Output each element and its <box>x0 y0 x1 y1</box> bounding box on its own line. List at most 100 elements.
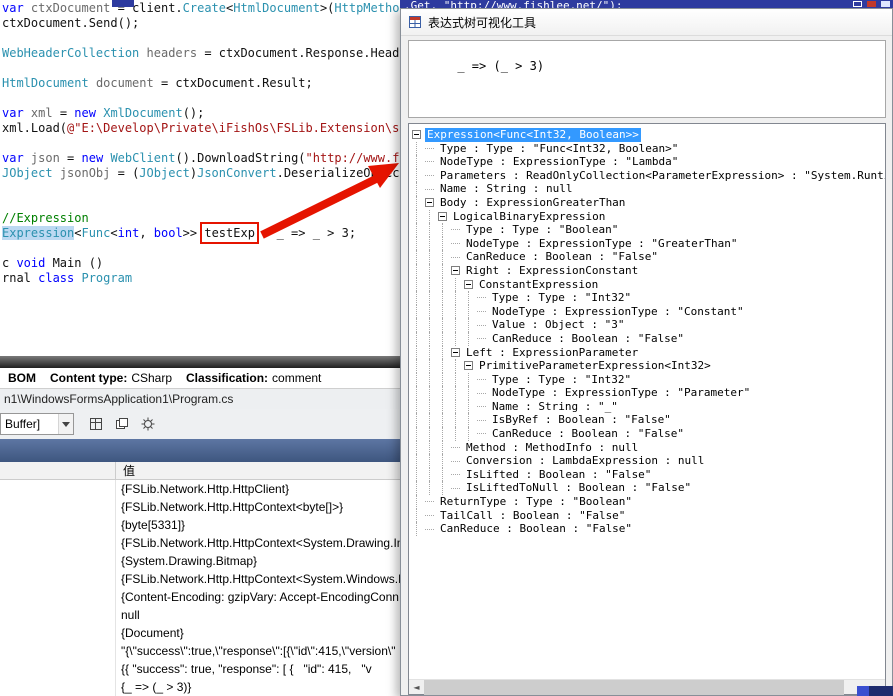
column-divider[interactable] <box>115 480 116 696</box>
watch-row[interactable]: {_ => (_ > 3)} <box>0 678 400 696</box>
tree-node-label[interactable]: NodeType : ExpressionType : "Constant" <box>490 305 746 319</box>
tree-node[interactable]: ConstantExpression <box>412 277 885 292</box>
tree-node[interactable]: Type : Type : "Func<Int32, Boolean>" <box>412 141 885 156</box>
tree-node-label[interactable]: PrimitiveParameterExpression<Int32> <box>477 359 713 373</box>
tree-node-label[interactable]: TailCall : Boolean : "False" <box>438 509 627 523</box>
scroll-left-icon[interactable]: ◄ <box>409 680 424 695</box>
tree-node[interactable]: CanReduce : Boolean : "False" <box>412 427 885 441</box>
watch-row[interactable]: {FSLib.Network.Http.HttpContext<System.D… <box>0 534 400 552</box>
titlebar-icon-2[interactable] <box>867 1 876 7</box>
collapse-icon[interactable] <box>464 279 473 289</box>
tree-node-label[interactable]: IsLiftedToNull : Boolean : "False" <box>464 481 693 495</box>
tree-node-label[interactable]: ReturnType : Type : "Boolean" <box>438 495 634 509</box>
expression-treeview[interactable]: Expression<Func<Int32, Boolean>> Type : T… <box>408 123 886 695</box>
tree-node-label[interactable]: Conversion : LambdaExpression : null <box>464 454 706 468</box>
titlebar-icon-1[interactable] <box>853 1 862 7</box>
tree-node[interactable]: PrimitiveParameterExpression<Int32> <box>412 359 885 373</box>
watch-row[interactable]: {Document} <box>0 624 400 642</box>
collapse-icon[interactable] <box>451 347 460 357</box>
tree-node[interactable]: Method : MethodInfo : null <box>412 440 885 455</box>
tree-node[interactable]: NodeType : ExpressionType : "GreaterThan… <box>412 236 885 251</box>
tree-node-label[interactable]: Type : Type : "Int32" <box>490 373 633 387</box>
window-titlebar[interactable]: 表达式树可视化工具 <box>401 9 892 36</box>
tree-node[interactable]: Parameters : ReadOnlyCollection<Paramete… <box>412 168 885 183</box>
tree-node-label[interactable]: LogicalBinaryExpression <box>451 210 607 224</box>
tree-node[interactable]: TailCall : Boolean : "False" <box>412 508 885 523</box>
watch-row[interactable]: {{ "success": true, "response": [ { "id"… <box>0 660 400 678</box>
tree-node-label[interactable]: CanReduce : Boolean : "False" <box>490 427 686 441</box>
tree-node-label[interactable]: Parameters : ReadOnlyCollection<Paramete… <box>438 169 885 183</box>
horizontal-scrollbar[interactable]: ◄ ► <box>409 679 885 695</box>
tree-node-label[interactable]: CanReduce : Boolean : "False" <box>464 250 660 264</box>
tree-node-label[interactable]: Value : Object : "3" <box>490 318 626 332</box>
watch-row[interactable]: {byte[5331]} <box>0 516 400 534</box>
tree-node-label[interactable]: Type : Type : "Boolean" <box>464 223 620 237</box>
tree-node[interactable]: CanReduce : Boolean : "False" <box>412 522 885 536</box>
tree-node-label[interactable]: Right : ExpressionConstant <box>464 264 640 278</box>
tree-node-label[interactable]: CanReduce : Boolean : "False" <box>438 522 634 536</box>
tree-node[interactable]: Body : ExpressionGreaterThan <box>412 195 885 210</box>
tree-node[interactable]: Name : String : null <box>412 182 885 196</box>
tree-node-label[interactable]: CanReduce : Boolean : "False" <box>490 332 686 346</box>
watch-row[interactable]: "{\"success\":true,\"response\":[{\"id\"… <box>0 642 400 660</box>
tree-node-label[interactable]: Method : MethodInfo : null <box>464 441 640 455</box>
tree-node-label[interactable]: NodeType : ExpressionType : "Parameter" <box>490 386 752 400</box>
grid-icon[interactable] <box>84 413 108 435</box>
tree-node-label[interactable]: Left : ExpressionParameter <box>464 346 640 360</box>
gear-icon[interactable] <box>136 413 160 435</box>
watch-row[interactable]: null <box>0 606 400 624</box>
tree-node[interactable]: NodeType : ExpressionType : "Parameter" <box>412 386 885 400</box>
collapse-icon[interactable] <box>451 266 460 276</box>
tree-node-label[interactable]: Name : String : "_" <box>490 400 620 414</box>
tree-node[interactable]: ReturnType : Type : "Boolean" <box>412 495 885 509</box>
tree-node[interactable]: NodeType : ExpressionType : "Constant" <box>412 304 885 319</box>
watch-row[interactable]: {FSLib.Network.Http.HttpContext<byte[]>} <box>0 498 400 516</box>
tree-node[interactable]: Left : ExpressionParameter <box>412 345 885 360</box>
tree-node[interactable]: Type : Type : "Int32" <box>412 291 885 305</box>
collapse-icon[interactable] <box>438 211 447 221</box>
tree-node-label[interactable]: Name : String : null <box>438 182 574 196</box>
tree-node[interactable]: IsByRef : Boolean : "False" <box>412 413 885 428</box>
code-editor[interactable]: var ctxDocument = client.Create<HtmlDocu… <box>0 0 400 356</box>
collapse-icon[interactable] <box>412 130 421 140</box>
watch-row[interactable]: {Content-Encoding: gzipVary: Accept-Enco… <box>0 588 400 606</box>
buffer-dropdown[interactable]: Buffer] <box>0 413 74 435</box>
tree-node[interactable]: NodeType : ExpressionType : "Lambda" <box>412 155 885 169</box>
tree-node-label[interactable]: NodeType : ExpressionType : "Lambda" <box>438 155 680 169</box>
tree-node-label[interactable]: IsByRef : Boolean : "False" <box>490 413 673 427</box>
watch-grid[interactable]: {FSLib.Network.Http.HttpClient} {FSLib.Ne… <box>0 480 400 696</box>
watch-row[interactable]: {FSLib.Network.Http.HttpClient} <box>0 480 400 498</box>
tree-node[interactable]: Type : Type : "Int32" <box>412 372 885 387</box>
lambda-textbox[interactable]: _ => (_ > 3) <box>408 40 886 118</box>
tree-node[interactable]: Conversion : LambdaExpression : null <box>412 454 885 468</box>
tree-node-label[interactable]: Type : Type : "Func<Int32, Boolean>" <box>438 142 680 156</box>
collapse-icon[interactable] <box>425 198 434 208</box>
chevron-down-icon[interactable] <box>58 414 73 434</box>
tree-node-label[interactable]: NodeType : ExpressionType : "GreaterThan… <box>464 237 740 251</box>
horizontal-splitter[interactable] <box>0 356 400 368</box>
tree-node-label[interactable]: Expression<Func<Int32, Boolean>> <box>425 128 641 142</box>
tree-node[interactable]: Name : String : "_" <box>412 399 885 414</box>
scrollbar-thumb[interactable] <box>424 680 844 695</box>
code-token: XmlDocument <box>103 106 183 120</box>
watch-row[interactable]: {System.Drawing.Bitmap} <box>0 552 400 570</box>
tree-node[interactable]: IsLiftedToNull : Boolean : "False" <box>412 481 885 496</box>
tree-node[interactable]: CanReduce : Boolean : "False" <box>412 331 885 346</box>
tree-node-label[interactable]: IsLifted : Boolean : "False" <box>464 468 653 482</box>
tree-node[interactable]: Value : Object : "3" <box>412 318 885 332</box>
tree-node[interactable]: IsLifted : Boolean : "False" <box>412 467 885 482</box>
watch-row[interactable]: {FSLib.Network.Http.HttpContext<System.W… <box>0 570 400 588</box>
tree-node[interactable]: Expression<Func<Int32, Boolean>> <box>412 128 885 142</box>
tree-node-label[interactable]: Type : Type : "Int32" <box>490 291 633 305</box>
titlebar-icon-3[interactable] <box>881 1 890 7</box>
tree-node-label[interactable]: Body : ExpressionGreaterThan <box>438 196 627 210</box>
code-token: = ctxDocument.Result; <box>153 76 313 90</box>
tree-node[interactable]: Right : ExpressionConstant <box>412 263 885 278</box>
tree-node-label[interactable]: ConstantExpression <box>477 278 600 292</box>
value-column-header[interactable]: 值 <box>115 462 400 479</box>
tree-node[interactable]: CanReduce : Boolean : "False" <box>412 250 885 264</box>
windows-icon[interactable] <box>110 413 134 435</box>
tree-node[interactable]: Type : Type : "Boolean" <box>412 223 885 237</box>
tree-node[interactable]: LogicalBinaryExpression <box>412 209 885 224</box>
collapse-icon[interactable] <box>464 361 473 371</box>
